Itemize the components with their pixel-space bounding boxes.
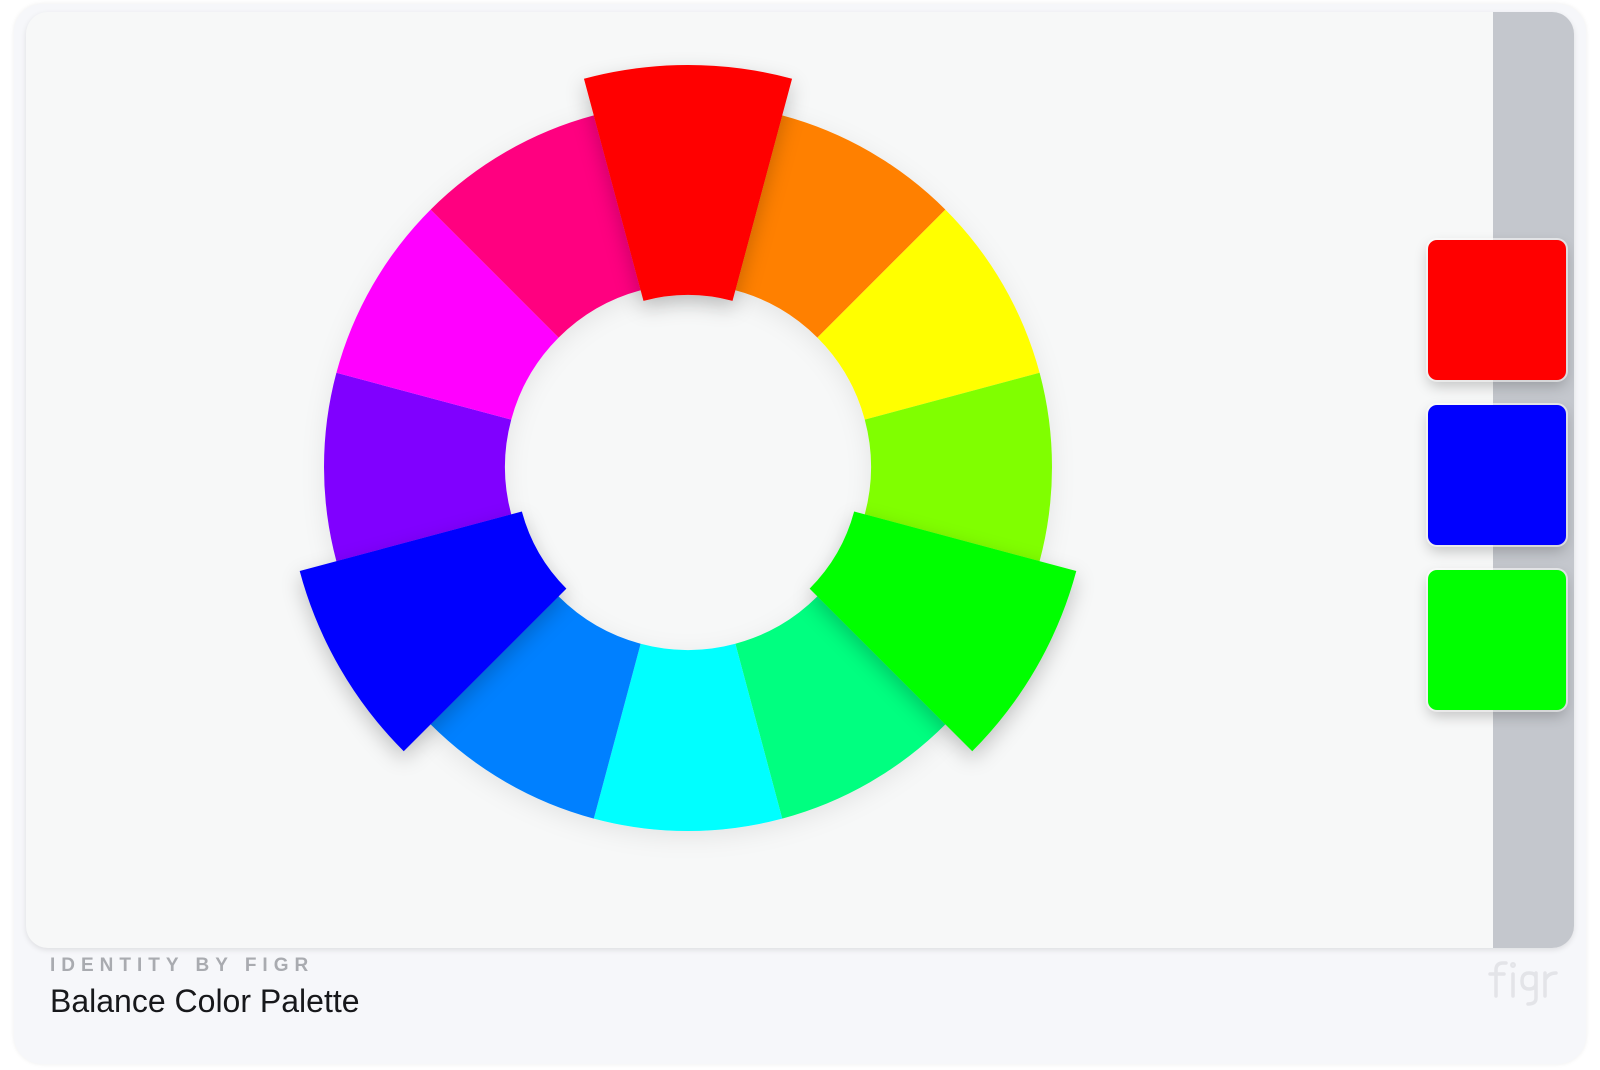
swatch-red[interactable] [1428, 240, 1566, 380]
color-wheel [299, 64, 1077, 831]
figr-logo-icon [1488, 961, 1558, 1006]
card-title[interactable]: Balance Color Palette [50, 983, 360, 1020]
swatch-blue[interactable] [1428, 405, 1566, 545]
palette-card[interactable]: IDENTITY BY FIGR Balance Color Palette [14, 4, 1586, 1064]
palette-swatches [1428, 240, 1566, 735]
swatch-green[interactable] [1428, 570, 1566, 710]
card-eyebrow: IDENTITY BY FIGR [50, 955, 315, 976]
preview-panel [26, 12, 1574, 948]
